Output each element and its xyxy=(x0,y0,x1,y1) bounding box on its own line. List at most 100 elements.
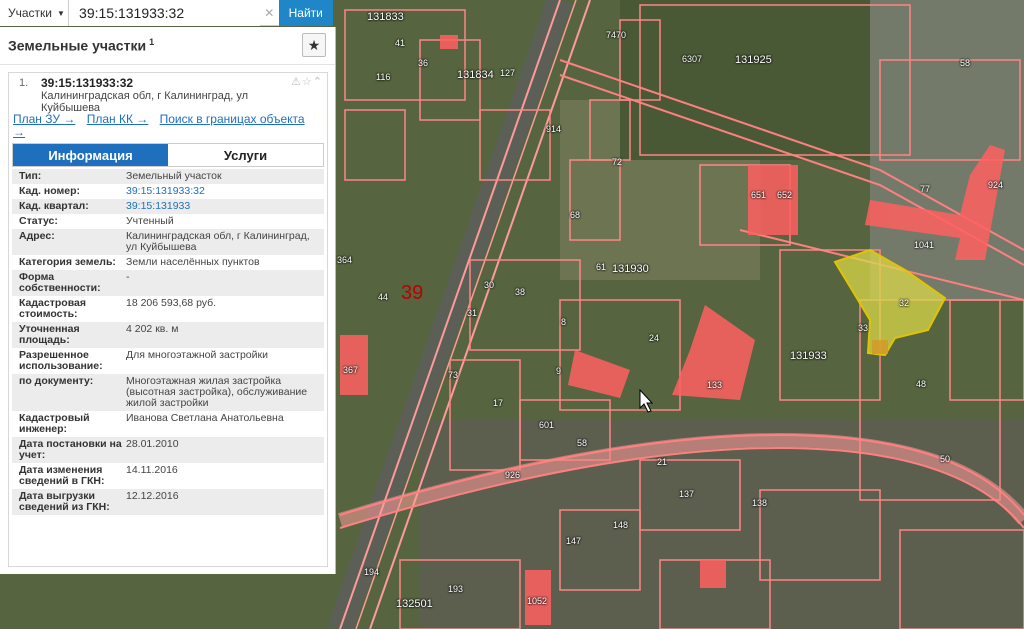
info-row: Уточненная площадь: 4 202 кв. м xyxy=(12,322,324,348)
map-label-parcel: 44 xyxy=(378,292,389,302)
info-row: Кад. номер: 39:15:131933:32 xyxy=(12,184,324,199)
link-plan-kk[interactable]: План КК → xyxy=(87,112,149,126)
info-key: Кад. квартал: xyxy=(19,200,89,212)
map-label-parcel: 17 xyxy=(493,398,504,408)
map-label-parcel: 137 xyxy=(679,489,695,499)
map-label-parcel: 194 xyxy=(364,567,380,577)
map-label-parcel: 8 xyxy=(561,317,567,327)
collapse-icon[interactable]: ⌃ xyxy=(313,76,323,88)
map-label-quarter: 131933 xyxy=(790,350,827,362)
map-label-parcel: 7470 xyxy=(606,30,627,40)
info-row: Форма собственности: - xyxy=(12,270,324,296)
result-address: Калининградская обл, г Калининград, ул К… xyxy=(41,90,249,114)
map-label-quarter: 132501 xyxy=(396,598,433,610)
info-key: Кад. номер: xyxy=(19,185,81,197)
info-value: - xyxy=(126,271,130,283)
chevron-down-icon: ▼ xyxy=(57,8,65,18)
card-links: План ЗУ → План КК → Поиск в границах объ… xyxy=(13,113,323,139)
map-label-parcel: 41 xyxy=(395,38,406,48)
map-label-parcel: 30 xyxy=(484,280,495,290)
map-label-parcel: 68 xyxy=(570,210,581,220)
info-row: Тип: Земельный участок xyxy=(12,169,324,184)
info-value-link[interactable]: 39:15:131933 xyxy=(122,199,324,214)
tab-information[interactable]: Информация xyxy=(13,144,168,166)
info-row: по документу: Многоэтажная жилая застройк… xyxy=(12,374,324,411)
info-row: Дата постановки на учет: 28.01.2010 xyxy=(12,437,324,463)
map-label-parcel: 58 xyxy=(960,58,971,68)
info-value: Для многоэтажной застройки xyxy=(126,349,268,361)
card-action-icons: ⚠☆⌃ xyxy=(291,75,323,88)
map-label-parcel: 364 xyxy=(337,255,353,265)
map-label-parcel: 138 xyxy=(752,498,768,508)
star-outline-icon[interactable]: ☆ xyxy=(302,76,313,88)
favorites-button[interactable]: ★ xyxy=(302,33,326,57)
map-label-parcel: 21 xyxy=(657,457,668,467)
info-key: Дата постановки на учет: xyxy=(19,438,122,461)
info-key: Статус: xyxy=(19,215,58,227)
info-value: 4 202 кв. м xyxy=(126,323,179,335)
info-key: Адрес: xyxy=(19,230,55,242)
info-key: Кадастровая стоимость: xyxy=(19,297,86,320)
map-label-parcel: 50 xyxy=(940,454,951,464)
info-value: Земли населённых пунктов xyxy=(126,256,260,268)
map-label-parcel: 926 xyxy=(505,470,521,480)
info-row: Дата изменения сведений в ГКН: 14.11.2016 xyxy=(12,463,324,489)
search-input[interactable] xyxy=(69,0,261,26)
clear-search-button[interactable]: ✕ xyxy=(260,0,278,26)
map-label-parcel: 601 xyxy=(539,420,555,430)
info-key: по документу: xyxy=(19,375,94,387)
map-label-parcel: 652 xyxy=(777,190,793,200)
map-label-parcel: 31 xyxy=(467,308,478,318)
info-table: Тип: Земельный участок Кад. номер: 39:15:1… xyxy=(12,169,324,515)
map-label-parcel: 127 xyxy=(500,68,516,78)
panel-title: Земельные участки 1 xyxy=(8,37,154,54)
info-row: Кадастровый инженер: Иванова Светлана Ана… xyxy=(12,411,324,437)
info-key: Форма собственности: xyxy=(19,271,101,294)
find-button[interactable]: Найти xyxy=(278,0,333,26)
map-label-quarter: 131834 xyxy=(457,69,494,81)
panel-title-text: Земельные участки xyxy=(8,37,147,54)
search-bar: Участки ▼ ✕ Найти xyxy=(0,0,333,26)
info-row: Статус: Учтенный xyxy=(12,214,324,229)
info-key: Тип: xyxy=(19,170,42,182)
info-key: Уточненная площадь: xyxy=(19,323,80,346)
info-value-link[interactable]: 39:15:131933:32 xyxy=(122,184,324,199)
results-panel: Земельные участки 1 ★ 1. 39:15:131933:32 … xyxy=(0,27,336,574)
map-label-parcel: 148 xyxy=(613,520,629,530)
map-label-parcel: 6307 xyxy=(682,54,703,64)
search-type-select[interactable]: Участки ▼ xyxy=(0,0,70,26)
map-label-quarter: 131930 xyxy=(612,263,649,275)
info-key: Дата выгрузки сведений из ГКН: xyxy=(19,490,110,513)
map-label-parcel: 147 xyxy=(566,536,582,546)
map-label-parcel: 367 xyxy=(343,365,359,375)
close-icon: ✕ xyxy=(264,6,275,20)
info-row: Дата выгрузки сведений из ГКН: 12.12.2016 xyxy=(12,489,324,515)
map-label-parcel: 924 xyxy=(988,180,1004,190)
info-row: Разрешенное использование: Для многоэтажн… xyxy=(12,348,324,374)
map-label-parcel: 116 xyxy=(376,72,391,82)
info-value: 14.11.2016 xyxy=(126,464,178,476)
info-key: Разрешенное использование: xyxy=(19,349,103,372)
info-key: Дата изменения сведений в ГКН: xyxy=(19,464,105,487)
result-cad-number: 39:15:131933:32 xyxy=(41,76,134,90)
link-plan-zu[interactable]: План ЗУ → xyxy=(13,112,75,126)
info-value: Многоэтажная жилая застройка (высотная з… xyxy=(126,375,308,409)
star-icon: ★ xyxy=(307,36,321,53)
info-value: Учтенный xyxy=(126,215,174,227)
map-label-parcel: 61 xyxy=(596,262,607,272)
map-label-parcel: 1041 xyxy=(914,240,935,250)
map-label-parcel: 36 xyxy=(418,58,429,68)
warning-icon[interactable]: ⚠ xyxy=(291,76,302,88)
search-type-label: Участки xyxy=(8,6,52,20)
tab-services[interactable]: Услуги xyxy=(168,144,323,166)
info-row: Кад. квартал: 39:15:131933 xyxy=(12,199,324,214)
info-value: Земельный участок xyxy=(126,170,222,182)
result-index: 1. xyxy=(19,77,29,89)
map-label-parcel: 73 xyxy=(448,370,459,380)
map-label-parcel: 48 xyxy=(916,379,927,389)
map-label-parcel: 9 xyxy=(556,366,562,376)
map-label-parcel: 58 xyxy=(577,438,588,448)
result-card-header[interactable]: 1. 39:15:131933:32 Калининградская обл, … xyxy=(9,73,327,114)
info-value: 28.01.2010 xyxy=(126,438,179,450)
info-value: Иванова Светлана Анатольевна xyxy=(126,412,284,424)
